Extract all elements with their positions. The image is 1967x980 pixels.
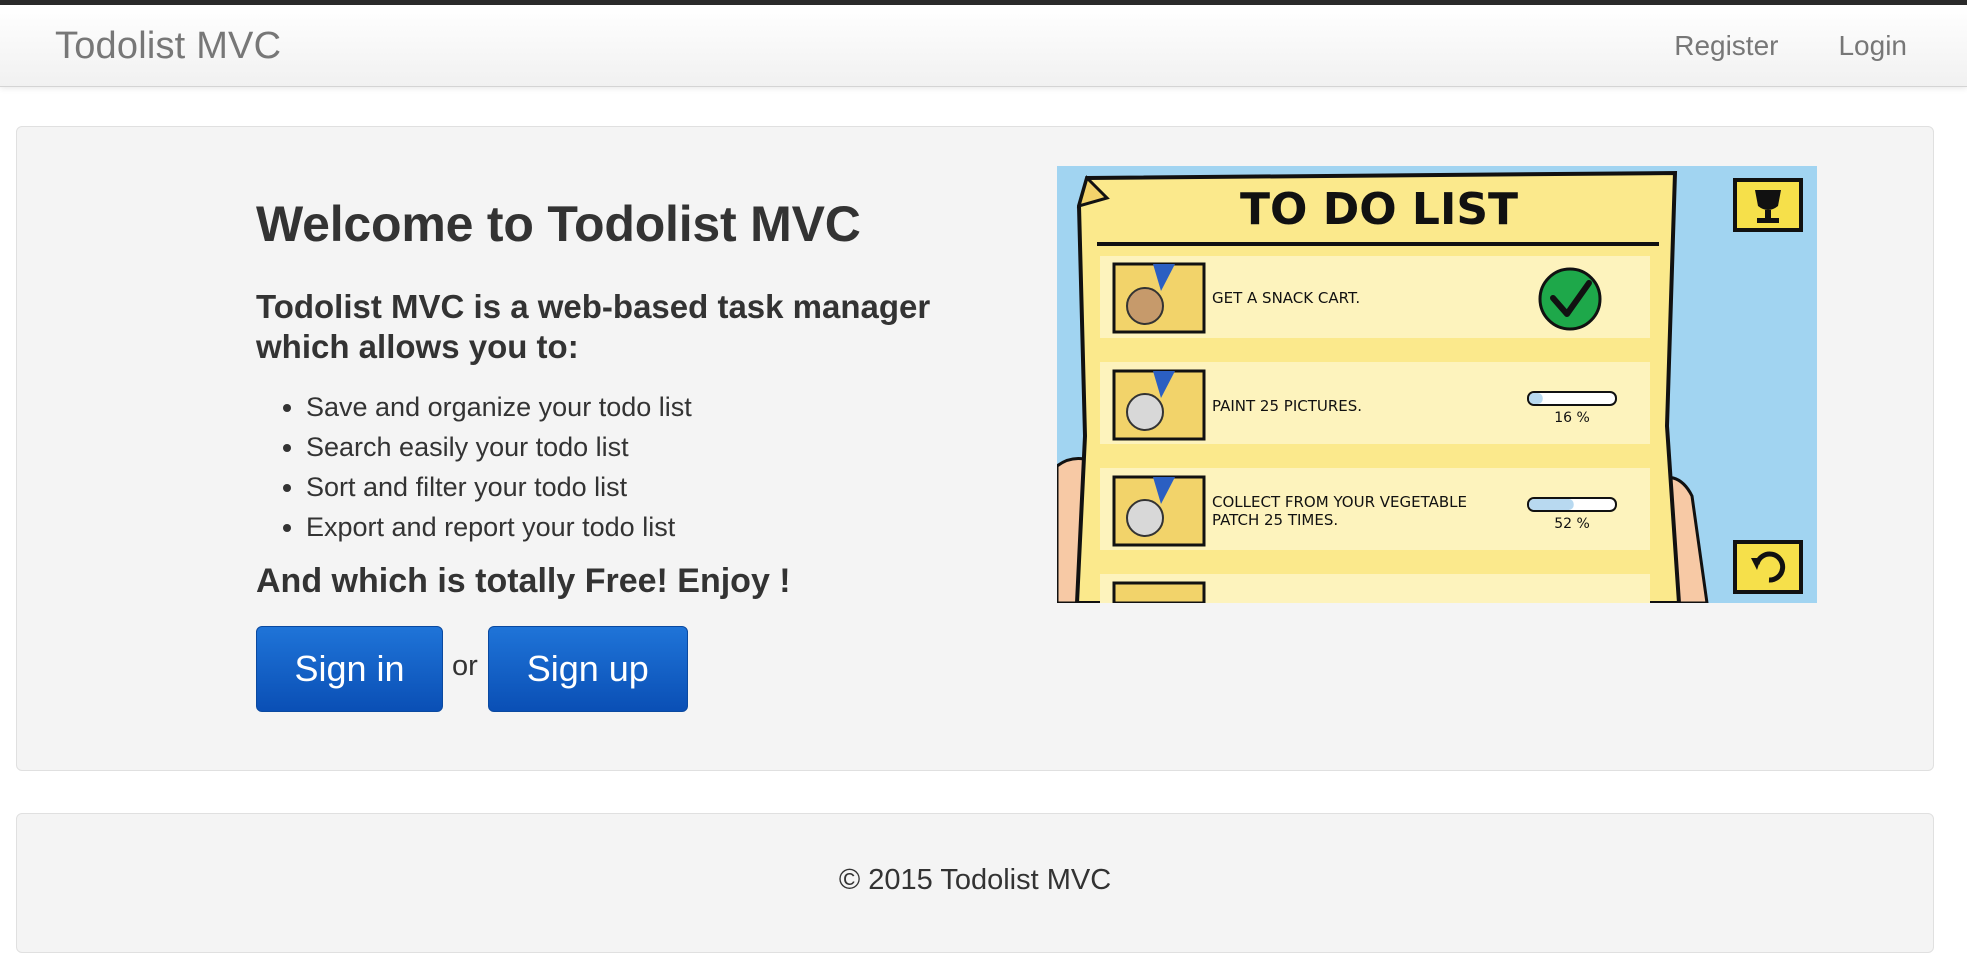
or-separator: or [452, 649, 478, 682]
feature-item: Export and report your todo list [306, 507, 692, 547]
page-title: Welcome to Todolist MVC [256, 196, 861, 252]
todo-list-illustration: TO DO LIST GET A SNACK CART. PAINT 25 PI… [1057, 166, 1817, 603]
hero-tagline: And which is totally Free! Enjoy ! [256, 562, 791, 600]
footer: © 2015 Todolist MVC [16, 813, 1934, 953]
register-link[interactable]: Register [1674, 30, 1778, 62]
brand-link[interactable]: Todolist MVC [55, 25, 281, 68]
todo-item-text: PAINT 25 PICTURES. [1212, 397, 1362, 415]
progress-label: 16 % [1554, 410, 1590, 426]
undo-icon[interactable] [1733, 540, 1803, 594]
hero-actions: Sign in or Sign up [256, 626, 688, 712]
medal-icon [1112, 262, 1206, 334]
todo-item-text: PATCH 25 TIMES. [1212, 511, 1338, 529]
nav-links: Register Login [1674, 30, 1907, 62]
sign-in-button[interactable]: Sign in [256, 626, 443, 712]
medal-icon [1112, 369, 1206, 441]
login-link[interactable]: Login [1838, 30, 1907, 62]
illustration-heading: TO DO LIST [1240, 184, 1518, 235]
hero-subtitle: Todolist MVC is a web-based task manager… [256, 288, 931, 365]
progress-bar [1527, 391, 1617, 406]
progress-bar [1527, 497, 1617, 512]
progress-label: 52 % [1554, 516, 1590, 532]
sign-up-button[interactable]: Sign up [487, 626, 688, 712]
todo-item-text: GET A SNACK CART. [1212, 289, 1360, 307]
todo-item-text: COLLECT FROM YOUR VEGETABLE [1212, 493, 1467, 511]
feature-item: Sort and filter your todo list [306, 467, 692, 507]
feature-item: Save and organize your todo list [306, 387, 692, 427]
feature-list: Save and organize your todo list Search … [256, 387, 692, 547]
trophy-icon[interactable] [1733, 178, 1803, 232]
medal-icon [1112, 475, 1206, 547]
copyright-text: © 2015 Todolist MVC [838, 864, 1112, 896]
hero-panel: Welcome to Todolist MVC Todolist MVC is … [16, 126, 1934, 771]
checkmark-icon [1538, 267, 1602, 331]
feature-item: Search easily your todo list [306, 427, 692, 467]
navbar: Todolist MVC Register Login [0, 5, 1967, 87]
